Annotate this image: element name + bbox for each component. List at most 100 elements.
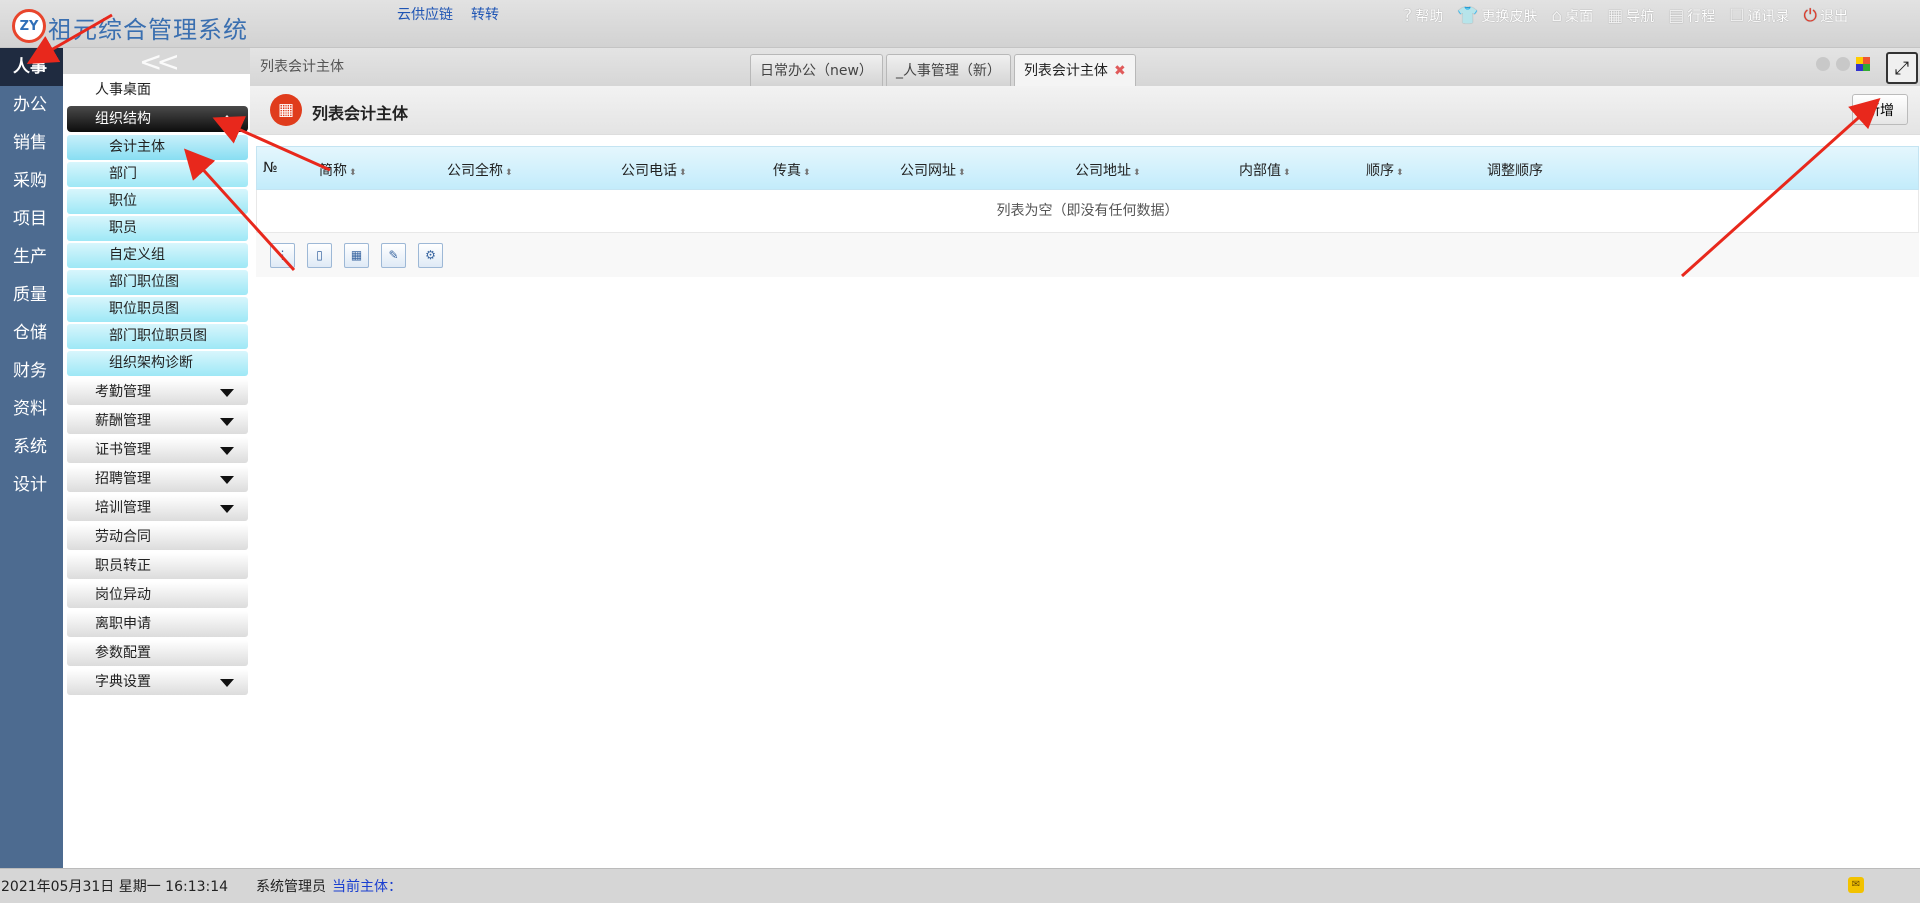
sidebar-item[interactable]: 部门: [67, 162, 248, 187]
current-entity-link[interactable]: 当前主体：: [332, 876, 402, 896]
sidebar-item[interactable]: 组织结构: [67, 106, 248, 132]
sidebar-item[interactable]: 部门职位图: [67, 270, 248, 295]
sidebar-item-label: 培训管理: [95, 500, 151, 516]
main-nav-item[interactable]: 系统: [0, 428, 63, 466]
column-header-label: 内部值: [1239, 163, 1281, 179]
column-header[interactable]: 顺序 ⬍: [1366, 160, 1404, 180]
column-header[interactable]: 简称 ⬍: [319, 160, 357, 180]
sidebar-item[interactable]: 职位职员图: [67, 297, 248, 322]
main-nav-item[interactable]: 办公: [0, 86, 63, 124]
column-header-label: 公司网址: [900, 163, 956, 179]
main-nav-item[interactable]: 质量: [0, 276, 63, 314]
chevron-down-icon: [220, 505, 234, 513]
sidebar-item[interactable]: 薪酬管理: [67, 408, 248, 434]
sidebar-item[interactable]: 自定义组: [67, 243, 248, 268]
tab[interactable]: 日常办公（new）: [750, 54, 883, 86]
column-header-label: 调整顺序: [1487, 163, 1543, 179]
column-header[interactable]: 公司地址 ⬍: [1075, 160, 1141, 180]
sidebar-item[interactable]: 培训管理: [67, 495, 248, 521]
column-header[interactable]: 调整顺序: [1487, 160, 1543, 180]
contacts-icon: ☐: [1729, 6, 1745, 26]
main-nav-item[interactable]: 项目: [0, 200, 63, 238]
header-action-label: 导航: [1626, 9, 1655, 25]
sort-icon: ⬍: [505, 168, 513, 178]
home-icon: ⌂: [1551, 6, 1563, 26]
page-header: ▦ 列表会计主体 新增: [250, 86, 1920, 135]
table-header: № 简称 ⬍ 公司全称 ⬍ 公司电话 ⬍ 传真 ⬍ 公司网址 ⬍ 公司地址 ⬍ 内部值 ⬍ 顺序 ⬍ 调整顺序: [256, 146, 1919, 190]
sidebar-item-label: 离职申请: [95, 616, 151, 632]
header-action-home[interactable]: ⌂ 桌面: [1551, 6, 1593, 26]
sidebar-item[interactable]: 部门职位职员图: [67, 324, 248, 349]
sidebar-item[interactable]: 离职申请: [67, 611, 248, 637]
sidebar-item[interactable]: 证书管理: [67, 437, 248, 463]
sidebar-item-label: 考勤管理: [95, 384, 151, 400]
sidebar-item-label: 组织结构: [95, 111, 151, 127]
select-icon[interactable]: ⋮: [270, 242, 295, 268]
double-chevron-left-icon: <<: [139, 44, 180, 78]
status-datetime: 2021年05月31日 星期一 16:13:14: [1, 879, 229, 895]
message-icon[interactable]: ✉: [1848, 877, 1864, 893]
sidebar-item-label: 劳动合同: [95, 529, 151, 545]
tab-scroll-right-icon[interactable]: [1836, 57, 1850, 71]
edit-icon[interactable]: ✎: [381, 242, 406, 268]
header-action-contacts[interactable]: ☐ 通讯录: [1729, 6, 1789, 26]
chevron-up-icon: [220, 115, 234, 123]
settings-icon[interactable]: ⚙: [418, 242, 443, 268]
header-action-power[interactable]: ⏻ 退出: [1804, 6, 1848, 26]
document-icon[interactable]: ▯: [307, 242, 332, 268]
sidebar-item[interactable]: 岗位异动: [67, 582, 248, 608]
tab-menu-icon[interactable]: [1856, 57, 1870, 71]
sidebar-item[interactable]: 劳动合同: [67, 524, 248, 550]
tab[interactable]: _人事管理（新）: [885, 54, 1011, 86]
header-action-label: 行程: [1687, 9, 1716, 25]
sidebar-item[interactable]: 组织架构诊断: [67, 351, 248, 376]
main-nav-item[interactable]: 销售: [0, 124, 63, 162]
tab-label: 列表会计主体: [1023, 63, 1108, 79]
main-nav-item[interactable]: 财务: [0, 352, 63, 390]
header-action-calendar[interactable]: ▤ 行程: [1668, 6, 1715, 26]
main-nav-item[interactable]: 生产: [0, 238, 63, 276]
column-header[interactable]: 公司网址 ⬍: [900, 160, 966, 180]
header-action-help[interactable]: ? 帮助: [1403, 6, 1443, 26]
collapse-sidebar-button[interactable]: <<: [63, 45, 250, 78]
column-header[interactable]: №: [263, 160, 278, 176]
sidebar-item[interactable]: 职员转正: [67, 553, 248, 579]
main-nav-item[interactable]: 采购: [0, 162, 63, 200]
link-cloud-supply-chain[interactable]: 云供应链: [397, 4, 453, 24]
sidebar-item[interactable]: 字典设置: [67, 669, 248, 695]
tab-bar: 列表会计主体 日常办公（new） _人事管理（新） 列表会计主体 ✖ ⤢: [250, 48, 1920, 86]
sidebar-item[interactable]: 会计主体: [67, 135, 248, 160]
column-header-label: 公司地址: [1075, 163, 1131, 179]
main-nav-item[interactable]: 资料: [0, 390, 63, 428]
sidebar-item-label: 字典设置: [95, 674, 151, 690]
tab[interactable]: 列表会计主体 ✖: [1013, 54, 1136, 86]
add-button[interactable]: 新增: [1852, 94, 1908, 125]
header-action-shirt[interactable]: 👕 更换皮肤: [1457, 6, 1537, 26]
chevron-down-icon: [220, 476, 234, 484]
header-action-grid[interactable]: ▦ 导航: [1607, 6, 1654, 26]
column-header[interactable]: 传真 ⬍: [773, 160, 811, 180]
sidebar-item-label: 薪酬管理: [95, 413, 151, 429]
column-header[interactable]: 公司电话 ⬍: [621, 160, 687, 180]
sidebar-item[interactable]: 职位: [67, 189, 248, 214]
header-action-label: 退出: [1820, 9, 1848, 25]
sidebar-item[interactable]: 考勤管理: [67, 379, 248, 405]
column-header[interactable]: 内部值 ⬍: [1239, 160, 1291, 180]
column-header[interactable]: 公司全称 ⬍: [447, 160, 513, 180]
fullscreen-button[interactable]: ⤢: [1886, 52, 1918, 84]
power-icon: ⏻: [1803, 6, 1817, 26]
sort-icon: ⬍: [679, 168, 687, 178]
sort-icon: ⬍: [803, 168, 811, 178]
sidebar-item[interactable]: 招聘管理: [67, 466, 248, 492]
link-zhuanzhuan[interactable]: 转转: [471, 4, 499, 24]
expand-icon: ⤢: [1894, 57, 1910, 79]
close-tab-icon[interactable]: ✖: [1114, 63, 1126, 79]
sidebar-item[interactable]: 参数配置: [67, 640, 248, 666]
main-nav-item[interactable]: 设计: [0, 466, 63, 504]
main-nav-item[interactable]: 仓储: [0, 314, 63, 352]
sidebar-item[interactable]: 人事桌面: [67, 77, 248, 103]
table-icon[interactable]: ▦: [344, 242, 369, 268]
sidebar-item[interactable]: 职员: [67, 216, 248, 241]
tab-scroll-left-icon[interactable]: [1816, 57, 1830, 71]
main-nav-item[interactable]: 人事: [0, 48, 63, 86]
